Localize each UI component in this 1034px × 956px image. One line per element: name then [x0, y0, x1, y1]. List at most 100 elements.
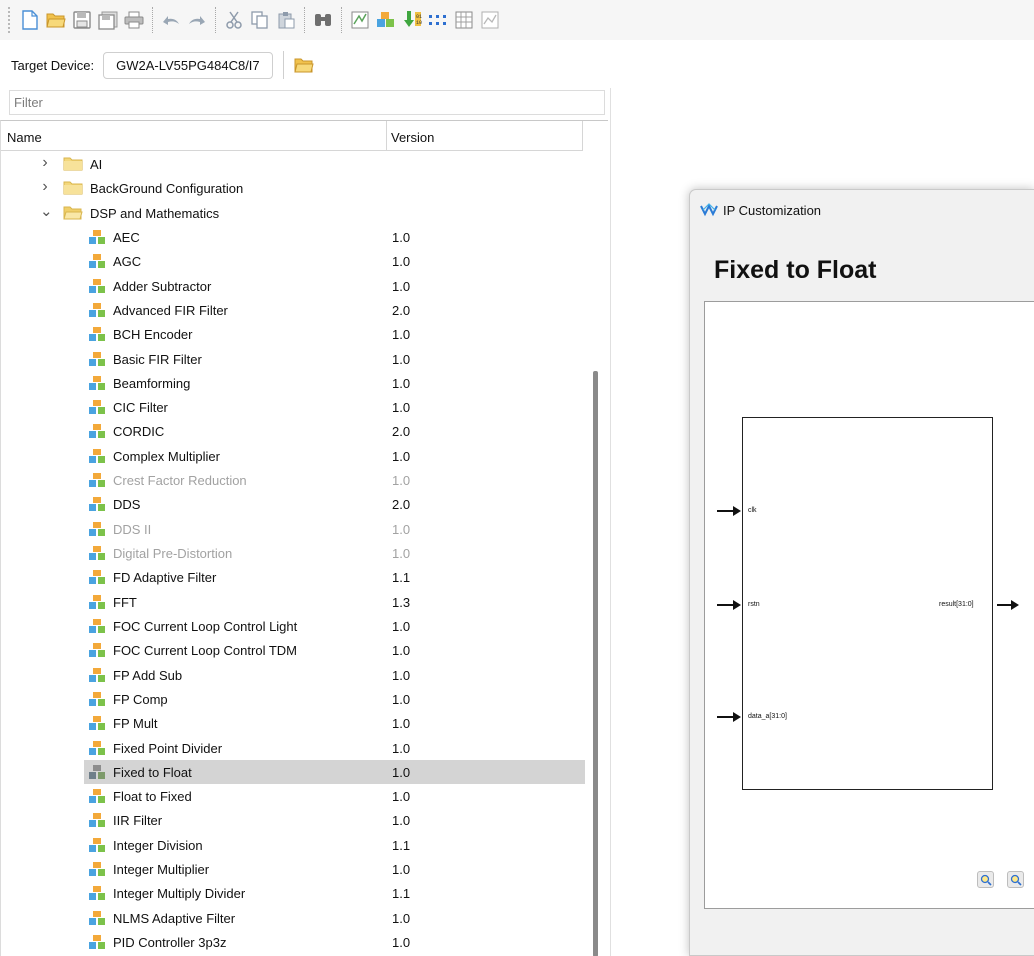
chevron-down-icon[interactable]: ⌄	[40, 202, 53, 220]
ip-version: 1.0	[392, 278, 411, 294]
target-device-field[interactable]: GW2A-LV55PG484C8/I7	[103, 51, 273, 79]
tree-ip-row[interactable]: Beamforming 1.0	[1, 371, 585, 395]
download-bitstream-icon[interactable]: 01 10	[401, 9, 423, 31]
open-folder-icon	[294, 58, 314, 73]
toolbar-grip[interactable]	[8, 7, 11, 33]
timing-icon[interactable]	[427, 9, 449, 31]
tree-folder-row[interactable]: ⌄ DSP and Mathematics	[1, 201, 585, 225]
ip-name: Beamforming	[113, 375, 191, 391]
copy-icon[interactable]	[249, 9, 271, 31]
ip-core-icon	[88, 812, 106, 829]
ip-name: CORDIC	[113, 424, 165, 440]
new-file-icon[interactable]	[19, 9, 41, 31]
folder-icon	[63, 181, 83, 195]
undo-icon[interactable]	[160, 9, 182, 31]
paste-icon[interactable]	[275, 9, 297, 31]
chart-icon[interactable]	[479, 9, 501, 31]
tree-ip-row[interactable]: IIR Filter 1.0	[1, 808, 585, 832]
ip-name: AGC	[113, 254, 142, 270]
zoom-out-button[interactable]	[1007, 871, 1024, 888]
ip-core-icon	[88, 375, 106, 392]
tree-ip-row[interactable]: Float to Fixed 1.0	[1, 784, 585, 808]
tree-ip-row[interactable]: Digital Pre-Distortion 1.0	[1, 541, 585, 565]
window-titlebar[interactable]: IP Customization	[690, 190, 1034, 230]
tree-ip-row[interactable]: DDS 2.0	[1, 492, 585, 516]
save-all-icon[interactable]	[97, 9, 119, 31]
tree-ip-row[interactable]: Advanced FIR Filter 2.0	[1, 298, 585, 322]
folder-label: BackGround Configuration	[90, 181, 244, 197]
tree-ip-row[interactable]: BCH Encoder 1.0	[1, 322, 585, 346]
zoom-in-button[interactable]	[977, 871, 994, 888]
ip-name: CIC Filter	[113, 400, 168, 416]
column-header-version[interactable]: Version	[391, 130, 434, 145]
ip-name: FD Adaptive Filter	[113, 570, 217, 586]
target-device-bar: Target Device: GW2A-LV55PG484C8/I7	[0, 44, 608, 86]
ip-name: FOC Current Loop Control TDM	[113, 643, 297, 659]
chevron-right-icon[interactable]: ›	[40, 178, 50, 196]
tree-ip-row[interactable]: FP Comp 1.0	[1, 687, 585, 711]
port-label: result[31:0]	[939, 601, 974, 608]
ip-core-icon	[88, 618, 106, 635]
tree-folder-row[interactable]: › BackGround Configuration	[1, 176, 585, 200]
device-separator	[282, 51, 284, 79]
save-icon[interactable]	[71, 9, 93, 31]
floorplan-icon[interactable]	[453, 9, 475, 31]
tree-ip-row[interactable]: Integer Multiplier 1.0	[1, 857, 585, 881]
tree-ip-row[interactable]: Fixed to Float 1.0	[84, 759, 585, 785]
ip-core-icon	[88, 642, 106, 659]
tree-ip-row[interactable]: Integer Division 1.1	[1, 833, 585, 857]
tree-ip-row[interactable]: CORDIC 2.0	[1, 419, 585, 443]
tree-folder-row[interactable]: › AI	[1, 152, 585, 176]
ip-core-icon	[88, 885, 106, 902]
column-divider[interactable]	[386, 121, 387, 151]
ip-core-icon	[88, 521, 106, 538]
ip-package-icon[interactable]	[375, 9, 397, 31]
cut-icon[interactable]	[223, 9, 245, 31]
ip-version: 1.1	[392, 570, 411, 586]
ip-version: 1.0	[392, 862, 411, 878]
tree-ip-row[interactable]: Basic FIR Filter 1.0	[1, 347, 585, 371]
ip-name: BCH Encoder	[113, 327, 193, 343]
tree-ip-row[interactable]: Integer Multiply Divider 1.1	[1, 881, 585, 905]
redo-icon[interactable]	[186, 9, 208, 31]
vertical-scrollbar[interactable]	[593, 371, 598, 956]
find-icon[interactable]	[312, 9, 334, 31]
ip-core-generator-icon[interactable]	[349, 9, 371, 31]
print-icon[interactable]	[123, 9, 145, 31]
ip-name: Integer Division	[113, 837, 203, 853]
tree-ip-row[interactable]: Complex Multiplier 1.0	[1, 444, 585, 468]
column-header-name[interactable]: Name	[7, 130, 42, 145]
toolbar-separator	[215, 7, 216, 33]
tree-ip-row[interactable]: FOC Current Loop Control Light 1.0	[1, 614, 585, 638]
tree-ip-row[interactable]: Adder Subtractor 1.0	[1, 274, 585, 298]
ip-core-icon	[88, 399, 106, 416]
tree-ip-row[interactable]: Fixed Point Divider 1.0	[1, 736, 585, 760]
open-folder-icon[interactable]	[45, 9, 67, 31]
tree-ip-row[interactable]: DDS II 1.0	[1, 517, 585, 541]
tree-ip-row[interactable]: FD Adaptive Filter 1.1	[1, 565, 585, 589]
window-title: IP Customization	[723, 202, 822, 218]
tree-ip-row[interactable]: FOC Current Loop Control TDM 1.0	[1, 638, 585, 662]
ip-name: FP Add Sub	[113, 667, 183, 683]
tree-ip-row[interactable]: AEC 1.0	[1, 225, 585, 249]
ip-name: PID Controller 3p3z	[113, 935, 227, 950]
filter-input[interactable]	[9, 90, 605, 115]
ip-version: 1.0	[392, 327, 411, 343]
ip-core-icon	[88, 715, 106, 732]
ip-name: Integer Multiply Divider	[113, 886, 246, 902]
tree-ip-row[interactable]: CIC Filter 1.0	[1, 395, 585, 419]
tree-ip-row[interactable]: FP Add Sub 1.0	[1, 663, 585, 687]
ip-name: FP Mult	[113, 716, 158, 732]
ip-version: 1.0	[392, 643, 411, 659]
ip-core-icon	[88, 788, 106, 805]
browse-device-button[interactable]	[290, 51, 318, 79]
ip-name: Advanced FIR Filter	[113, 302, 228, 318]
tree-ip-row[interactable]: FFT 1.3	[1, 590, 585, 614]
ip-name: AEC	[113, 229, 140, 245]
tree-ip-row[interactable]: PID Controller 3p3z 1.0	[1, 930, 585, 954]
tree-ip-row[interactable]: Crest Factor Reduction 1.0	[1, 468, 585, 492]
tree-ip-row[interactable]: NLMS Adaptive Filter 1.0	[1, 906, 585, 930]
tree-ip-row[interactable]: FP Mult 1.0	[1, 711, 585, 735]
chevron-right-icon[interactable]: ›	[40, 154, 50, 172]
tree-ip-row[interactable]: AGC 1.0	[1, 249, 585, 273]
